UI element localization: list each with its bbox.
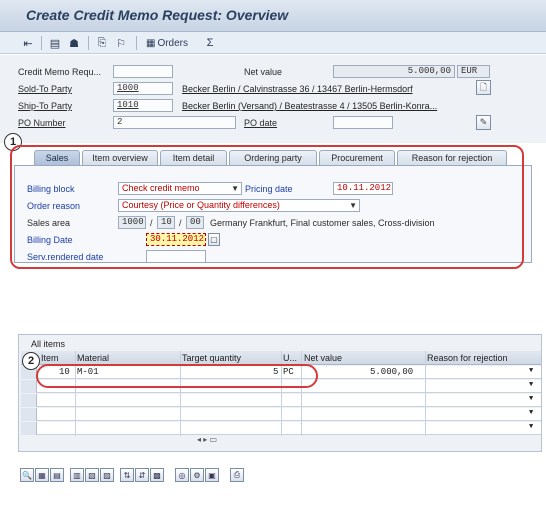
dropdown-arrow-icon[interactable]: ▼ [529,409,533,417]
ship-to-description: Becker Berlin (Versand) / Beatestrasse 4… [182,101,438,111]
insert-row-icon[interactable]: ▧ [85,468,99,482]
po-date-field[interactable] [333,116,393,129]
application-toolbar: ⇤ ▤ ☗ ⎘ ⚐ ▦ Orders Σ [0,32,546,54]
items-title: All items [31,339,66,349]
orders-label: Orders [157,37,188,49]
items-table-area: All items Item Material Target quantity … [18,334,542,452]
status-icon[interactable]: ⚐ [113,35,129,51]
callout-box-1 [10,145,524,269]
delete-row-icon[interactable]: ▥ [70,468,84,482]
row-selector[interactable] [21,408,37,421]
column-item[interactable]: Item [41,353,59,363]
copy-row-icon[interactable]: ▨ [100,468,114,482]
edit-icon[interactable]: ✎ [476,115,491,130]
select-all-icon[interactable]: ▦ [35,468,49,482]
orders-icon: ▦ [145,37,156,49]
cell-net-value: 5.000,00 [370,367,414,377]
sort-ascending-icon[interactable]: ⇅ [120,468,134,482]
column-reason-for-rejection[interactable]: Reason for rejection [427,353,508,363]
net-value-field: 5.000,00 [333,65,455,78]
dropdown-arrow-icon[interactable]: ▼ [529,395,533,403]
header-icon[interactable]: ▤ [47,35,63,51]
currency-field: EUR [457,65,490,78]
horizontal-scroll-arrows[interactable]: ◂ ▸ ▭ [197,435,217,444]
credit-memo-label: Credit Memo Requ... [18,67,102,77]
po-number-label: PO Number [18,118,66,128]
filter-icon[interactable]: ▩ [150,468,164,482]
callout-badge-2: 2 [22,352,40,370]
ship-to-label: Ship-To Party [18,101,73,111]
document-flow-icon[interactable]: ⎘ [94,35,110,51]
column-target-quantity[interactable]: Target quantity [182,353,241,363]
orders-button[interactable]: ▦ Orders [142,35,192,51]
column-net-value[interactable]: Net value [304,353,342,363]
credit-memo-field[interactable] [113,65,173,78]
title-bar: Create Credit Memo Request: Overview [0,0,546,32]
details-icon[interactable]: 🔍 [20,468,34,482]
row-selector[interactable] [21,380,37,393]
po-number-field[interactable]: 2 [113,116,236,129]
page-title: Create Credit Memo Request: Overview [26,7,289,23]
column-unit[interactable]: U... [283,353,297,363]
net-value-label: Net value [244,67,283,77]
dropdown-arrow-icon[interactable]: ▼ [529,381,533,389]
sold-to-field[interactable]: 1000 [113,82,173,95]
document-icon[interactable]: 🗋 [476,80,491,95]
deselect-all-icon[interactable]: ▤ [50,468,64,482]
dropdown-arrow-icon[interactable]: ▼ [529,423,533,431]
sum-icon[interactable]: Σ [202,35,218,51]
sold-to-description: Becker Berlin / Calvinstrasse 36 / 13467… [182,84,413,94]
display-change-icon[interactable]: ⇤ [20,35,36,51]
callout-box-2 [36,364,318,388]
document-header: Credit Memo Requ... Net value 5.000,00 E… [0,55,546,143]
dropdown-arrow-icon[interactable]: ▼ [529,367,533,375]
print-icon[interactable]: ⎙ [230,468,244,482]
row-selector[interactable] [21,394,37,407]
conditions-icon[interactable]: ◎ [175,468,189,482]
schedule-lines-icon[interactable]: ▣ [205,468,219,482]
row-selector[interactable] [21,422,37,435]
column-material[interactable]: Material [77,353,109,363]
sold-to-label: Sold-To Party [18,84,73,94]
po-date-label: PO date [244,118,278,128]
configure-icon[interactable]: ⚙ [190,468,204,482]
ship-to-field[interactable]: 1010 [113,99,173,112]
sort-descending-icon[interactable]: ⇵ [135,468,149,482]
partner-icon[interactable]: ☗ [66,35,82,51]
